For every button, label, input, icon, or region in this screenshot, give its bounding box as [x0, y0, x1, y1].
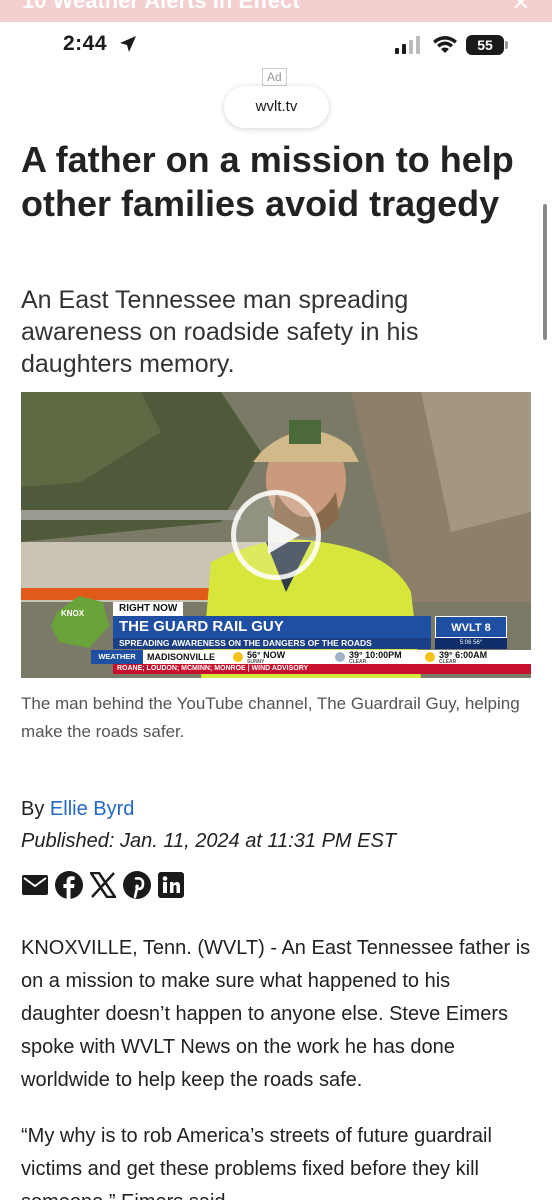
published-date: Published: Jan. 11, 2024 at 11:31 PM EST: [21, 830, 397, 852]
right-now-tag: RIGHT NOW: [113, 602, 184, 616]
article-subheadline: An East Tennessee man spreading awarenes…: [21, 286, 419, 378]
byline-prefix: By: [21, 798, 50, 820]
weather-city: MADISONVILLE: [147, 652, 216, 662]
play-button[interactable]: [231, 490, 321, 580]
station-logo: WVLT 8: [435, 616, 507, 638]
status-bar: 2:44 55: [0, 22, 552, 70]
weather-label: WEATHER: [91, 650, 143, 664]
battery-indicator: 55: [466, 35, 508, 55]
byline: By Ellie Byrd: [21, 794, 134, 824]
weather-alert-banner[interactable]: 10 Weather Alerts In Effect ✕: [0, 0, 552, 22]
video-caption: The man behind the YouTube channel, The …: [21, 694, 520, 741]
article-headline: A father on a mission to help other fami…: [21, 139, 514, 224]
weather-alert-text: 10 Weather Alerts In Effect: [22, 0, 300, 13]
station-logo-sub: 5:06 56°: [435, 638, 507, 649]
article-paragraph: “My why is to rob America’s streets of f…: [21, 1125, 492, 1200]
cellular-signal-icon: [395, 36, 420, 54]
knox-map-graphic: KNOX: [51, 596, 109, 648]
author-link[interactable]: Ellie Byrd: [50, 798, 134, 820]
lower-third-subtitle: SPREADING AWARENESS ON THE DANGERS OF TH…: [113, 638, 431, 649]
ad-label: Ad: [262, 68, 287, 86]
sun-icon: [233, 652, 243, 662]
email-icon[interactable]: [21, 871, 49, 899]
moon-icon: [335, 652, 345, 662]
article-paragraph: KNOXVILLE, Tenn. (WVLT) - An East Tennes…: [21, 937, 531, 1091]
video-player[interactable]: KNOX RIGHT NOW THE GUARD RAIL GUY SPREAD…: [21, 392, 531, 678]
weather-6am: 39° 6:00AM CLEAR: [439, 650, 488, 665]
linkedin-icon[interactable]: [157, 871, 185, 899]
status-time: 2:44: [63, 32, 108, 55]
sun-icon: [425, 652, 435, 662]
location-arrow-icon: [120, 36, 136, 52]
advisory-ticker: ROANE; LOUDON; MCMINN; MONROE | WIND ADV…: [113, 664, 531, 674]
weather-now: 56° NOW SUNNY: [247, 650, 286, 665]
page-scrollbar[interactable]: [543, 204, 547, 340]
map-label: KNOX: [61, 609, 85, 618]
pinterest-icon[interactable]: [123, 871, 151, 899]
share-bar: [21, 870, 185, 900]
url-bar[interactable]: wvlt.tv: [224, 86, 329, 128]
lower-third-title: THE GUARD RAIL GUY: [113, 616, 431, 638]
wifi-icon: [433, 36, 457, 53]
close-icon[interactable]: ✕: [512, 0, 530, 16]
x-icon[interactable]: [89, 871, 117, 899]
facebook-icon[interactable]: [55, 871, 83, 899]
weather-10pm: 39° 10:00PM CLEAR: [349, 650, 402, 665]
